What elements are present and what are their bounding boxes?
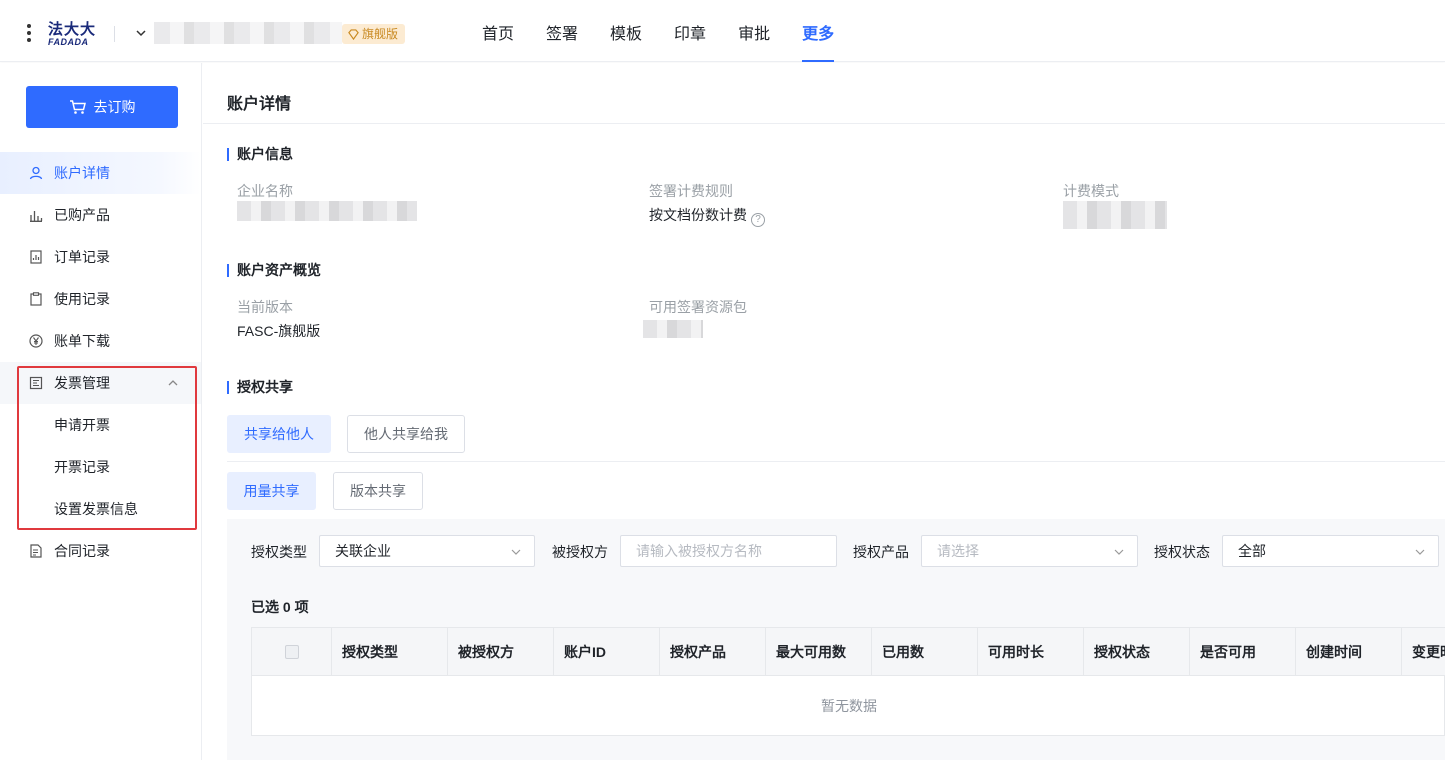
subtab-usage-share[interactable]: 用量共享 xyxy=(227,472,316,510)
subtab-version-share[interactable]: 版本共享 xyxy=(333,472,423,510)
column-header: 是否可用 xyxy=(1190,628,1296,676)
column-header: 被授权方 xyxy=(448,628,554,676)
sidebar-item-label: 账单下载 xyxy=(54,333,110,349)
auth-type-value: 关联企业 xyxy=(335,543,391,559)
column-header: 授权产品 xyxy=(660,628,766,676)
sidebar-item-label: 订单记录 xyxy=(54,249,110,265)
divider xyxy=(203,123,1445,124)
current-version-value: FASC-旗舰版 xyxy=(237,323,321,339)
divider xyxy=(227,461,1445,462)
cart-icon xyxy=(69,100,86,114)
table-header: 授权类型 被授权方 账户ID 授权产品 最大可用数 已用数 可用时长 授权状态 … xyxy=(252,628,1445,676)
auth-type-label: 授权类型 xyxy=(251,544,307,560)
logo-subtext: FADADA xyxy=(48,37,89,47)
selected-count: 已选 0 项 xyxy=(251,599,309,615)
column-header: 变更时 xyxy=(1412,644,1445,660)
tab-shared-to-me[interactable]: 他人共享给我 xyxy=(347,415,465,453)
section-title-sharing: 授权共享 xyxy=(227,380,293,394)
column-header: 创建时间 xyxy=(1296,628,1402,676)
chevron-down-icon xyxy=(511,549,521,555)
billing-rule-text: 按文档份数计费 xyxy=(649,207,747,223)
sidebar-item-purchased-products[interactable]: 已购产品 xyxy=(0,194,201,236)
auth-product-placeholder: 请选择 xyxy=(937,543,979,559)
main-nav: 首页 签署 模板 印章 审批 更多 xyxy=(482,0,866,62)
nav-seal[interactable]: 印章 xyxy=(674,0,706,62)
help-icon[interactable]: ? xyxy=(751,212,765,227)
column-header: 可用时长 xyxy=(978,628,1084,676)
grantee-input[interactable]: 请输入被授权方名称 xyxy=(620,535,837,567)
diamond-icon xyxy=(348,28,359,40)
sidebar-item-usage[interactable]: 使用记录 xyxy=(0,278,201,320)
highlight-box xyxy=(17,366,197,530)
main-content: 账户详情 账户信息 企业名称 签署计费规则 按文档份数计费? 计费模式 账户资产… xyxy=(203,63,1445,760)
divider xyxy=(114,26,115,42)
column-header: 授权状态 xyxy=(1084,628,1190,676)
app-menu-icon[interactable] xyxy=(26,24,32,44)
logo-text: 法大大 xyxy=(48,21,97,38)
billing-rule-label: 签署计费规则 xyxy=(649,183,733,199)
sidebar-item-account-details[interactable]: 账户详情 xyxy=(0,152,201,194)
nav-sign[interactable]: 签署 xyxy=(546,0,578,62)
section-title-account-info: 账户信息 xyxy=(227,147,293,161)
sidebar: 去订购 账户详情 已购产品 订单记录 使用记录 账单下载 发票管理 申请开票 开 xyxy=(0,63,202,760)
resource-package-label: 可用签署资源包 xyxy=(649,299,747,315)
auth-status-label: 授权状态 xyxy=(1154,544,1210,560)
nav-template[interactable]: 模板 xyxy=(610,0,642,62)
user-icon xyxy=(28,165,44,181)
sidebar-item-label: 账户详情 xyxy=(54,165,110,181)
yen-icon xyxy=(28,333,44,349)
sidebar-item-label: 已购产品 xyxy=(54,207,110,223)
nav-approval[interactable]: 审批 xyxy=(738,0,770,62)
sidebar-item-label: 合同记录 xyxy=(54,543,110,559)
current-version-label: 当前版本 xyxy=(237,299,293,315)
buy-button-label: 去订购 xyxy=(93,99,136,115)
auth-product-select[interactable]: 请选择 xyxy=(921,535,1138,567)
select-all-checkbox[interactable] xyxy=(284,645,299,659)
sharing-table: 授权类型 被授权方 账户ID 授权产品 最大可用数 已用数 可用时长 授权状态 … xyxy=(251,627,1445,736)
chevron-down-icon[interactable] xyxy=(134,26,148,40)
billing-rule-value: 按文档份数计费? xyxy=(649,205,765,227)
bar-chart-icon xyxy=(28,207,44,223)
auth-status-select[interactable]: 全部 xyxy=(1222,535,1439,567)
sidebar-item-contract-records[interactable]: 合同记录 xyxy=(0,530,201,572)
page-title: 账户详情 xyxy=(227,96,292,113)
company-name-blurred[interactable] xyxy=(154,22,342,44)
grantee-label: 被授权方 xyxy=(552,544,608,560)
buy-button[interactable]: 去订购 xyxy=(26,86,178,128)
top-bar: 法大大 FADADA 旗舰版 首页 签署 模板 印章 审批 更多 xyxy=(0,0,1445,62)
column-header: 已用数 xyxy=(872,628,978,676)
edition-badge: 旗舰版 xyxy=(342,24,406,44)
chevron-down-icon xyxy=(1114,549,1124,555)
clipboard-icon xyxy=(28,291,44,307)
auth-type-select[interactable]: 关联企业 xyxy=(319,535,535,567)
column-header: 账户ID xyxy=(554,628,660,676)
chevron-down-icon xyxy=(1415,549,1425,555)
company-name-value-blurred xyxy=(237,201,417,221)
sidebar-item-bill-download[interactable]: 账单下载 xyxy=(0,320,201,362)
tab-share-to-others[interactable]: 共享给他人 xyxy=(227,415,331,453)
resource-package-value-blurred xyxy=(643,320,703,338)
nav-more[interactable]: 更多 xyxy=(802,0,835,62)
select-all-checkbox-cell xyxy=(252,628,332,676)
report-icon xyxy=(28,249,44,265)
section-title-assets: 账户资产概览 xyxy=(227,263,321,277)
column-header: 最大可用数 xyxy=(766,628,872,676)
billing-mode-label: 计费模式 xyxy=(1063,183,1119,199)
billing-mode-value-blurred xyxy=(1063,201,1167,229)
document-icon xyxy=(28,543,44,559)
filter-table-panel: 授权类型 关联企业 被授权方 请输入被授权方名称 授权产品 请选择 授权状态 全… xyxy=(227,519,1445,760)
sidebar-item-orders[interactable]: 订单记录 xyxy=(0,236,201,278)
sidebar-item-label: 使用记录 xyxy=(54,291,110,307)
empty-state: 暂无数据 xyxy=(821,698,877,714)
company-name-label: 企业名称 xyxy=(237,183,293,199)
auth-status-value: 全部 xyxy=(1238,543,1266,559)
logo[interactable]: 法大大 FADADA xyxy=(48,22,100,48)
nav-home[interactable]: 首页 xyxy=(482,0,514,62)
edition-badge-label: 旗舰版 xyxy=(362,27,399,41)
auth-product-label: 授权产品 xyxy=(853,544,909,560)
column-header: 授权类型 xyxy=(332,628,448,676)
